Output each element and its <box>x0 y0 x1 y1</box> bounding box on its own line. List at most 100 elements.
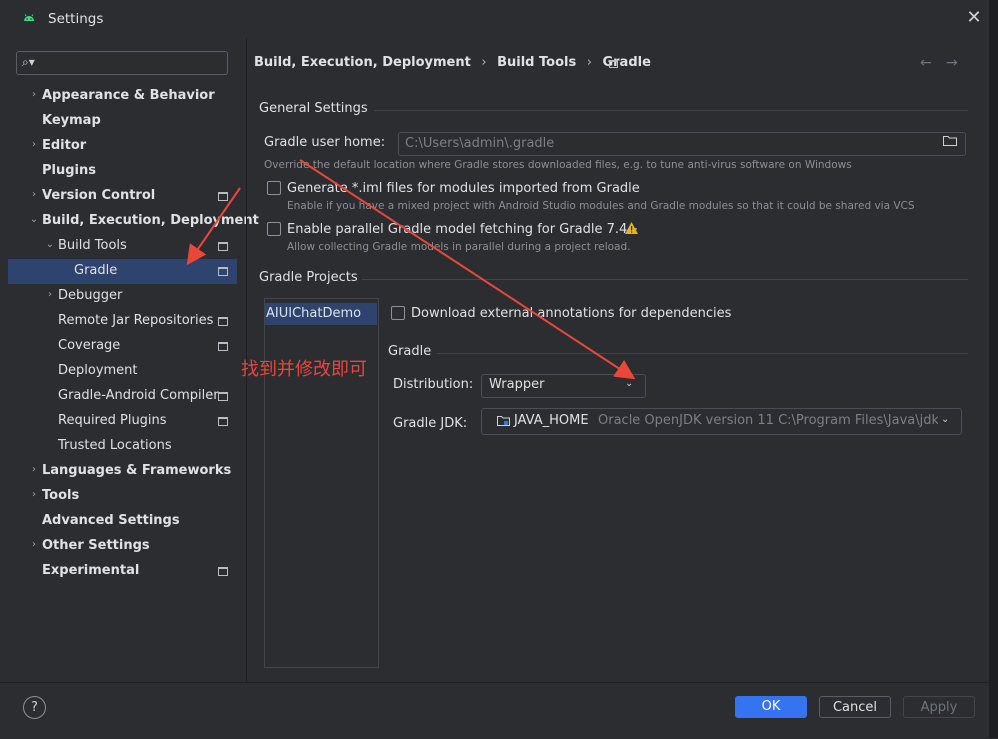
chevron-down-icon: ⌄ <box>625 378 634 389</box>
pin-icon <box>218 267 228 276</box>
sidebar-item-editor[interactable]: › Editor <box>8 134 237 159</box>
sidebar-item-label: Required Plugins <box>58 413 167 428</box>
sidebar-item-label: Plugins <box>42 163 96 178</box>
section-divider <box>374 110 968 111</box>
pin-icon <box>218 567 228 576</box>
warning-icon <box>625 222 638 234</box>
gradle-user-home-value: C:\Users\admin\.gradle <box>405 136 555 151</box>
sidebar-item-coverage[interactable]: Coverage <box>8 334 237 359</box>
sidebar-item-tools[interactable]: › Tools <box>8 484 237 509</box>
sidebar-item-advanced-settings[interactable]: Advanced Settings <box>8 509 237 534</box>
forward-arrow-icon[interactable]: → <box>946 55 958 71</box>
parallel-fetch-checkbox[interactable] <box>267 222 281 236</box>
gradle-projects-title: Gradle Projects <box>259 270 358 285</box>
sidebar-item-remote-jar-repositories[interactable]: Remote Jar Repositories <box>8 309 237 334</box>
parallel-fetch-hint: Allow collecting Gradle models in parall… <box>287 241 631 253</box>
sidebar-item-experimental[interactable]: Experimental <box>8 559 237 584</box>
chevron-down-icon: ⌄ <box>941 414 950 425</box>
gradle-jdk-label: Gradle JDK: <box>393 416 468 431</box>
sidebar-item-required-plugins[interactable]: Required Plugins <box>8 409 237 434</box>
distribution-value: Wrapper <box>489 377 545 392</box>
sidebar-item-build-execution-deployment[interactable]: ⌄ Build, Execution, Deployment <box>8 209 259 234</box>
download-annotations-checkbox[interactable] <box>391 306 405 320</box>
sidebar-item-label: Other Settings <box>42 538 150 553</box>
chevron-right-icon[interactable]: › <box>28 88 40 102</box>
sidebar-item-gradle[interactable]: Gradle <box>8 259 237 284</box>
sidebar-item-label: Build, Execution, Deployment <box>42 213 259 228</box>
pin-icon <box>218 392 228 401</box>
pin-icon <box>609 60 618 68</box>
android-icon <box>24 14 34 21</box>
pin-icon <box>218 242 228 251</box>
pin-icon <box>218 192 228 201</box>
sidebar-item-deployment[interactable]: Deployment <box>8 359 237 384</box>
search-input[interactable] <box>44 52 222 72</box>
chevron-down-icon[interactable]: ⌄ <box>44 238 56 252</box>
project-list-item-label: AIUIChatDemo <box>266 306 362 321</box>
projects-list <box>264 298 379 668</box>
iml-checkbox[interactable] <box>267 181 281 195</box>
sidebar-item-version-control[interactable]: › Version Control <box>8 184 237 209</box>
distribution-label: Distribution: <box>393 377 474 392</box>
back-arrow-icon[interactable]: ← <box>920 55 932 71</box>
sidebar-item-label: Deployment <box>58 363 138 378</box>
sidebar-item-appearance-behavior[interactable]: › Appearance & Behavior <box>8 84 237 109</box>
sidebar-item-trusted-locations[interactable]: Trusted Locations <box>8 434 237 459</box>
sidebar-item-label: Gradle <box>74 263 118 278</box>
sidebar-item-label: Keymap <box>42 113 101 128</box>
section-divider <box>362 279 968 280</box>
sidebar-item-label: Build Tools <box>58 238 127 253</box>
chevron-right-icon[interactable]: › <box>28 463 40 477</box>
sidebar-item-label: Gradle-Android Compiler <box>58 388 219 403</box>
gradle-user-home-label: Gradle user home: <box>264 135 386 150</box>
gradle-jdk-description: Oracle OpenJDK version 11 C:\Program Fil… <box>598 413 938 428</box>
chevron-right-icon[interactable]: › <box>44 288 56 302</box>
sidebar-item-label: Remote Jar Repositories <box>58 313 214 328</box>
pin-icon <box>218 342 228 351</box>
window-title: Settings <box>48 11 104 27</box>
sidebar-item-languages-frameworks[interactable]: › Languages & Frameworks <box>8 459 237 484</box>
sidebar-item-debugger[interactable]: › Debugger <box>8 284 237 309</box>
breadcrumb: Build, Execution, Deployment › Build Too… <box>254 55 657 70</box>
sidebar-item-label: Debugger <box>58 288 123 303</box>
sidebar-item-label: Trusted Locations <box>58 438 172 453</box>
help-button[interactable]: ? <box>23 696 46 719</box>
sidebar-item-label: Experimental <box>42 563 140 578</box>
sidebar-item-gradle-android-compiler[interactable]: Gradle-Android Compiler <box>8 384 237 409</box>
chevron-right-icon[interactable]: › <box>28 138 40 152</box>
folder-icon[interactable] <box>943 135 957 146</box>
general-settings-title: General Settings <box>259 101 368 116</box>
breadcrumb-item[interactable]: Build Tools <box>497 55 576 70</box>
chevron-down-icon[interactable]: ⌄ <box>28 213 40 227</box>
parallel-fetch-label[interactable]: Enable parallel Gradle model fetching fo… <box>287 222 638 237</box>
sidebar-item-label: Editor <box>42 138 87 153</box>
sidebar-item-keymap[interactable]: Keymap <box>8 109 237 134</box>
sidebar-item-label: Languages & Frameworks <box>42 463 232 478</box>
pin-icon <box>218 417 228 426</box>
cancel-button[interactable]: Cancel <box>819 696 891 718</box>
jdk-folder-icon <box>497 416 510 426</box>
user-home-hint: Override the default location where Grad… <box>264 159 852 171</box>
sidebar-item-label: Tools <box>42 488 80 503</box>
apply-button[interactable]: Apply <box>903 696 975 718</box>
title-bar <box>0 0 998 38</box>
breadcrumb-separator: › <box>481 55 487 70</box>
chevron-right-icon[interactable]: › <box>28 538 40 552</box>
sidebar-item-plugins[interactable]: Plugins <box>8 159 237 184</box>
ok-button[interactable]: OK <box>735 696 807 718</box>
iml-hint: Enable if you have a mixed project with … <box>287 200 915 212</box>
iml-label[interactable]: Generate *.iml files for modules importe… <box>287 181 640 196</box>
breadcrumb-item[interactable]: Build, Execution, Deployment <box>254 55 471 70</box>
sidebar-item-build-tools[interactable]: ⌄ Build Tools <box>8 234 237 259</box>
close-icon[interactable]: ✕ <box>964 8 984 28</box>
gradle-jdk-value: JAVA_HOME <box>514 413 589 428</box>
sidebar-item-other-settings[interactable]: › Other Settings <box>8 534 237 559</box>
sidebar-item-label: Version Control <box>42 188 156 203</box>
pin-icon <box>218 317 228 326</box>
chevron-right-icon[interactable]: › <box>28 488 40 502</box>
sidebar-item-label: Advanced Settings <box>42 513 180 528</box>
gradle-subsection-title: Gradle <box>388 344 432 359</box>
chevron-right-icon[interactable]: › <box>28 188 40 202</box>
download-annotations-label[interactable]: Download external annotations for depend… <box>411 306 731 321</box>
background-window-edge <box>989 0 998 738</box>
